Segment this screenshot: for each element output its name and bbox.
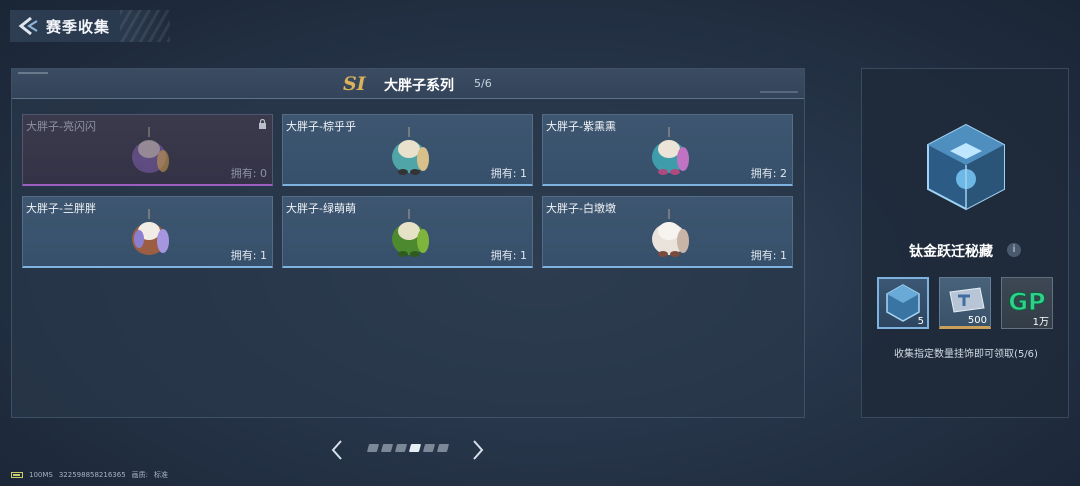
quality-value: 标准	[154, 471, 169, 479]
page-dot[interactable]	[422, 444, 436, 452]
reward-item-chest[interactable]: 5	[877, 277, 929, 329]
pendant-card-baidundun[interactable]: 大胖子-白墩墩 拥有: 1	[542, 196, 793, 268]
item-quantity: 1万	[1032, 317, 1049, 328]
pendant-name: 大胖子-亮闪闪	[26, 120, 96, 133]
owned-count: 拥有: 1	[230, 249, 267, 262]
reward-item-ticket[interactable]: 500	[939, 277, 991, 329]
header-decoration	[120, 10, 170, 42]
reward-item-gp[interactable]: GP 1万	[1001, 277, 1053, 329]
status-bar: 100MS 322598858216365 画质: 标准	[11, 470, 168, 480]
chevron-right-icon	[473, 440, 484, 460]
claim-hint: 收集指定数量挂饰即可领取(5/6)	[894, 349, 1038, 360]
back-arrow-icon	[18, 16, 38, 36]
info-icon[interactable]: i	[1007, 243, 1021, 257]
header-decoration-left	[18, 72, 48, 74]
page-title: 赛季收集	[46, 17, 111, 36]
next-page-button[interactable]	[468, 438, 488, 462]
owned-count: 拥有: 0	[230, 167, 267, 180]
header-decoration-right	[760, 91, 798, 93]
titanium-chest-icon	[927, 123, 1005, 211]
pendant-figure-icon	[652, 209, 689, 257]
pendant-figure-icon	[132, 209, 169, 255]
page-dot-active[interactable]	[408, 444, 422, 452]
battery-icon	[11, 472, 23, 478]
back-button[interactable]	[10, 10, 46, 42]
pendant-figure-icon	[392, 127, 429, 175]
pendant-card-lanpangpang[interactable]: 大胖子-兰胖胖 拥有: 1	[22, 196, 273, 268]
lock-icon	[259, 119, 266, 129]
pendant-card-liangshanshan[interactable]: 大胖子-亮闪闪 拥有: 0	[22, 114, 273, 186]
pendant-figure-icon	[392, 209, 429, 257]
prev-page-button[interactable]	[327, 438, 347, 462]
owned-count: 拥有: 1	[750, 249, 787, 262]
item-quantity: 5	[917, 316, 924, 327]
series-progress: 5/6	[474, 77, 492, 90]
pendant-figure-icon	[132, 127, 169, 173]
svg-text:GP: GP	[1008, 288, 1045, 316]
chevron-left-icon	[331, 440, 342, 460]
pendant-name: 大胖子-棕乎乎	[286, 120, 356, 133]
reward-panel: 钛金跃迁秘藏 i 5 500 GP 1万 收集指定数量挂饰即可领取(5/6)	[861, 68, 1069, 418]
page-indicator	[366, 444, 450, 452]
owned-count: 拥有: 1	[490, 167, 527, 180]
item-quantity: 500	[967, 315, 987, 326]
season-badge: SI	[343, 73, 366, 95]
pendant-figure-icon	[652, 127, 689, 175]
pendant-name: 大胖子-兰胖胖	[26, 202, 96, 215]
page-dot[interactable]	[394, 444, 408, 452]
pendant-name: 大胖子-紫熏熏	[546, 120, 616, 133]
user-id: 322598858216365	[58, 471, 126, 479]
quality-label: 画质:	[131, 471, 149, 479]
page-dot[interactable]	[380, 444, 394, 452]
series-name: 大胖子系列	[384, 78, 454, 94]
page-dot[interactable]	[436, 444, 450, 452]
collection-panel: SI 大胖子系列 5/6 大胖子-亮闪闪 拥有: 0 大胖子-棕乎乎 拥有: 1	[11, 68, 805, 418]
owned-count: 拥有: 1	[490, 249, 527, 262]
owned-count: 拥有: 2	[750, 167, 787, 180]
pendant-card-lvmengmeng[interactable]: 大胖子-绿萌萌 拥有: 1	[282, 196, 533, 268]
pendant-card-zonghuhu[interactable]: 大胖子-棕乎乎 拥有: 1	[282, 114, 533, 186]
page-dot[interactable]	[366, 444, 380, 452]
pendant-name: 大胖子-白墩墩	[546, 202, 616, 215]
ping-value: 100MS	[29, 471, 53, 479]
pendant-card-zixunxun[interactable]: 大胖子-紫熏熏 拥有: 2	[542, 114, 793, 186]
pendant-name: 大胖子-绿萌萌	[286, 202, 356, 215]
series-header: SI 大胖子系列 5/6	[12, 69, 804, 99]
